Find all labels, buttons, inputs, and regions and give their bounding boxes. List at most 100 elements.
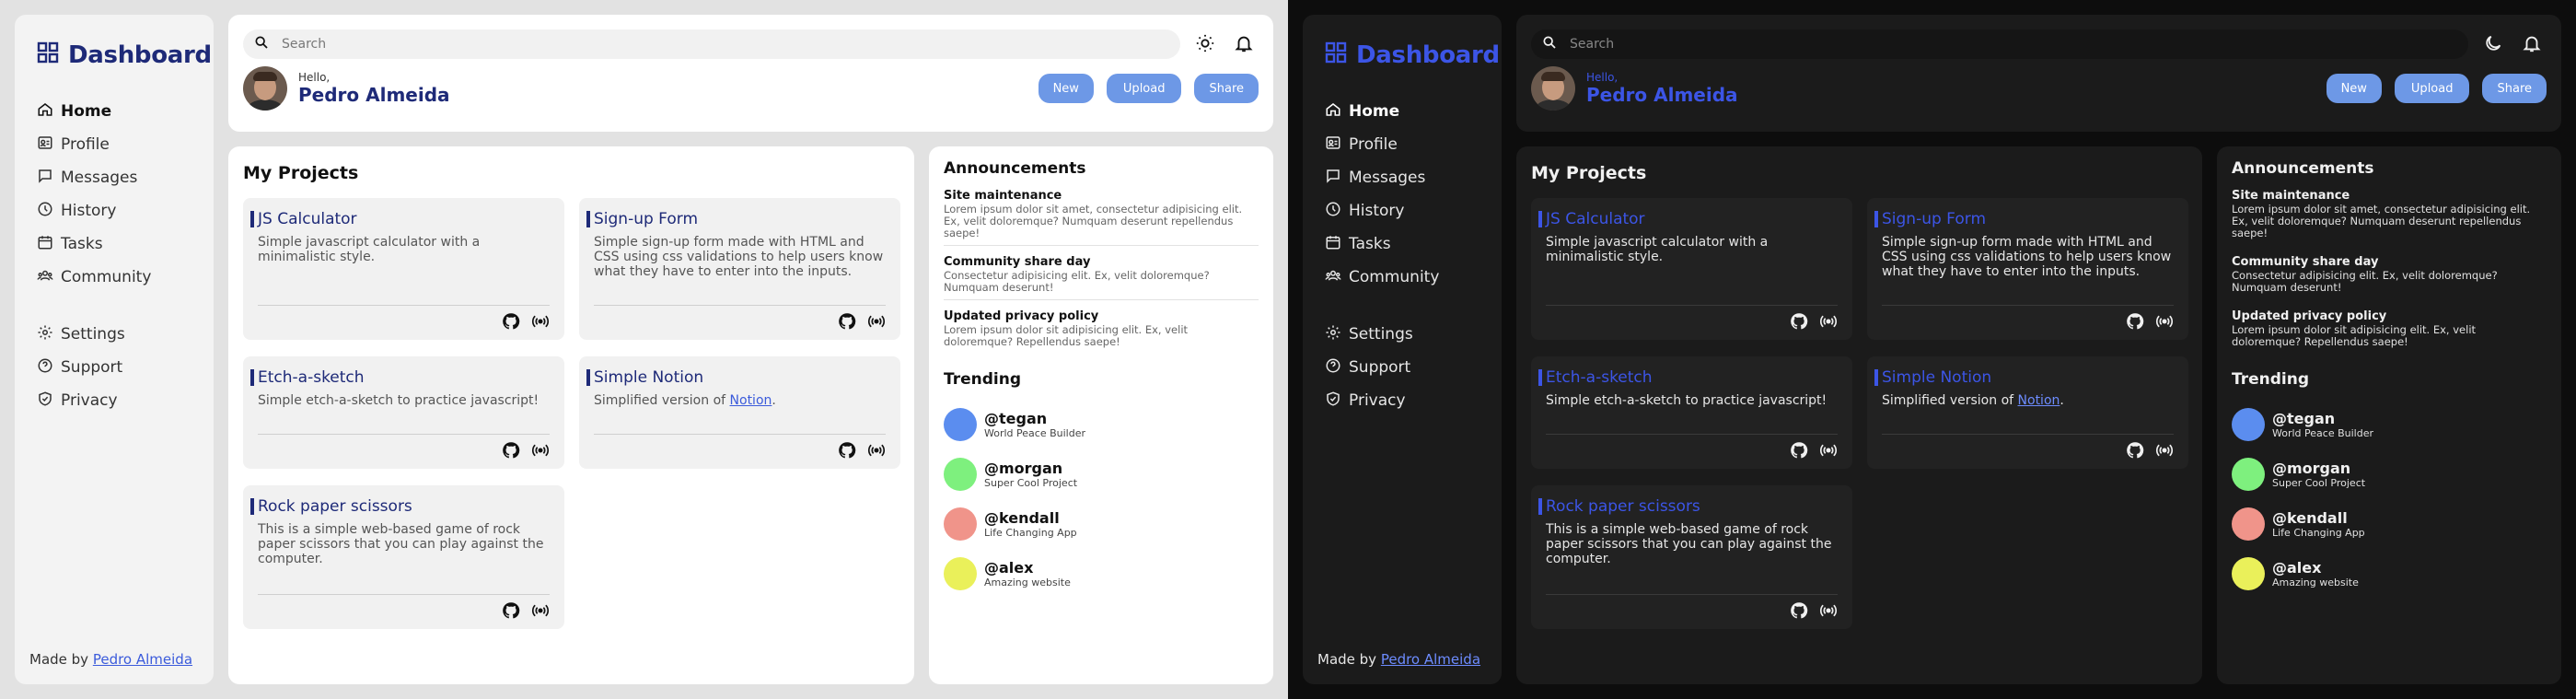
- search-bar[interactable]: [243, 29, 1180, 59]
- search-input[interactable]: [1570, 37, 2398, 52]
- announcement-item[interactable]: Site maintenance Lorem ipsum dolor sit a…: [2232, 189, 2547, 246]
- notion-link[interactable]: Notion: [730, 393, 772, 408]
- project-card[interactable]: Simple Notion Simplified version of Noti…: [579, 356, 900, 469]
- live-broadcast-icon[interactable]: [1819, 312, 1838, 334]
- trending-item[interactable]: @alex Amazing website: [944, 549, 1259, 599]
- author-link[interactable]: Pedro Almeida: [1381, 651, 1480, 668]
- sidebar-item-support[interactable]: Support: [1325, 351, 1487, 384]
- sidebar-item-history[interactable]: History: [37, 194, 199, 227]
- brand[interactable]: Dashboard: [1325, 37, 1500, 74]
- sidebar-item-settings[interactable]: Settings: [37, 318, 199, 351]
- right-panel: Announcements Site maintenance Lorem ips…: [2217, 146, 2561, 684]
- trending-item[interactable]: @morgan Super Cool Project: [2232, 449, 2547, 499]
- live-broadcast-icon[interactable]: [531, 441, 550, 463]
- sidebar-item-privacy[interactable]: Privacy: [1325, 384, 1487, 417]
- sidebar-item-messages[interactable]: Messages: [1325, 161, 1487, 194]
- trending-avatar: [944, 557, 977, 590]
- project-card[interactable]: Etch-a-sketch Simple etch-a-sketch to pr…: [1531, 356, 1852, 469]
- live-broadcast-icon[interactable]: [2155, 312, 2174, 334]
- sidebar-item-community[interactable]: Community: [37, 261, 199, 294]
- trending-item[interactable]: @alex Amazing website: [2232, 549, 2547, 599]
- announcement-item[interactable]: Updated privacy policy Lorem ipsum dolor…: [944, 309, 1259, 354]
- live-broadcast-icon[interactable]: [531, 601, 550, 623]
- github-icon[interactable]: [1790, 312, 1808, 334]
- sidebar-item-label: Community: [61, 268, 152, 286]
- project-description: Simple etch-a-sketch to practice javascr…: [1546, 393, 1828, 408]
- announcement-item[interactable]: Community share day Consectetur adipisic…: [944, 255, 1259, 300]
- sidebar-item-home[interactable]: Home: [1325, 95, 1487, 128]
- trending-item[interactable]: @kendall Life Changing App: [2232, 499, 2547, 549]
- project-card[interactable]: Sign-up Form Simple sign-up form made wi…: [579, 198, 900, 340]
- live-broadcast-icon[interactable]: [1819, 601, 1838, 623]
- sidebar-item-support[interactable]: Support: [37, 351, 199, 384]
- announcement-item[interactable]: Community share day Consectetur adipisic…: [2232, 255, 2547, 300]
- trending-item[interactable]: @tegan World Peace Builder: [2232, 400, 2547, 449]
- trending-item[interactable]: @morgan Super Cool Project: [944, 449, 1259, 499]
- github-icon[interactable]: [2126, 312, 2144, 334]
- github-icon[interactable]: [502, 441, 520, 463]
- share-button[interactable]: Share: [2482, 74, 2547, 103]
- project-card[interactable]: Sign-up Form Simple sign-up form made wi…: [1867, 198, 2188, 340]
- brand[interactable]: Dashboard: [37, 37, 212, 74]
- description-suffix: .: [2060, 393, 2064, 408]
- notifications-button[interactable]: [2522, 33, 2544, 55]
- live-broadcast-icon[interactable]: [1819, 441, 1838, 463]
- sidebar-item-label: Community: [1349, 268, 1440, 286]
- notion-link[interactable]: Notion: [2018, 393, 2060, 408]
- trending-avatar: [944, 458, 977, 491]
- sidebar-item-home[interactable]: Home: [37, 95, 199, 128]
- sidebar: Dashboard Home Profile Messages History …: [1303, 15, 1502, 684]
- sidebar-item-label: Privacy: [1349, 391, 1406, 410]
- header: Hello, Pedro Almeida New Upload Share: [1516, 15, 2561, 132]
- announcement-item[interactable]: Site maintenance Lorem ipsum dolor sit a…: [944, 189, 1259, 246]
- author-link[interactable]: Pedro Almeida: [93, 651, 192, 668]
- upload-button[interactable]: Upload: [1106, 74, 1182, 103]
- project-card[interactable]: Rock paper scissors This is a simple web…: [243, 485, 564, 629]
- upload-button[interactable]: Upload: [2394, 74, 2470, 103]
- projects-title: My Projects: [243, 163, 359, 183]
- sidebar-item-profile[interactable]: Profile: [37, 128, 199, 161]
- project-title: Etch-a-sketch: [250, 369, 550, 386]
- trending-project: Super Cool Project: [984, 476, 1078, 489]
- github-icon[interactable]: [838, 312, 856, 334]
- sidebar-item-profile[interactable]: Profile: [1325, 128, 1487, 161]
- search-input[interactable]: [282, 37, 1110, 52]
- theme-toggle-button[interactable]: [2483, 33, 2505, 55]
- sidebar-item-settings[interactable]: Settings: [1325, 318, 1487, 351]
- notifications-button[interactable]: [1234, 33, 1256, 55]
- sidebar-item-label: Support: [61, 358, 123, 377]
- project-card[interactable]: Rock paper scissors This is a simple web…: [1531, 485, 1852, 629]
- sidebar-item-community[interactable]: Community: [1325, 261, 1487, 294]
- avatar[interactable]: [1531, 66, 1575, 111]
- github-icon[interactable]: [1790, 441, 1808, 463]
- sidebar-item-messages[interactable]: Messages: [37, 161, 199, 194]
- github-icon[interactable]: [2126, 441, 2144, 463]
- sidebar-item-history[interactable]: History: [1325, 194, 1487, 227]
- new-button[interactable]: New: [2326, 74, 2382, 103]
- share-button[interactable]: Share: [1194, 74, 1259, 103]
- live-broadcast-icon[interactable]: [867, 312, 886, 334]
- project-card[interactable]: Simple Notion Simplified version of Noti…: [1867, 356, 2188, 469]
- sidebar-item-privacy[interactable]: Privacy: [37, 384, 199, 417]
- live-broadcast-icon[interactable]: [531, 312, 550, 334]
- dashboard-grid-icon: [1325, 41, 1347, 70]
- sidebar-item-tasks[interactable]: Tasks: [1325, 227, 1487, 261]
- avatar[interactable]: [243, 66, 287, 111]
- project-card[interactable]: JS Calculator Simple javascript calculat…: [243, 198, 564, 340]
- project-card[interactable]: Etch-a-sketch Simple etch-a-sketch to pr…: [243, 356, 564, 469]
- github-icon[interactable]: [502, 312, 520, 334]
- github-icon[interactable]: [838, 441, 856, 463]
- project-card[interactable]: JS Calculator Simple javascript calculat…: [1531, 198, 1852, 340]
- theme-toggle-button[interactable]: [1195, 33, 1217, 55]
- github-icon[interactable]: [1790, 601, 1808, 623]
- trending-item[interactable]: @tegan World Peace Builder: [944, 400, 1259, 449]
- announcement-item[interactable]: Updated privacy policy Lorem ipsum dolor…: [2232, 309, 2547, 354]
- github-icon[interactable]: [502, 601, 520, 623]
- live-broadcast-icon[interactable]: [2155, 441, 2174, 463]
- search-bar[interactable]: [1531, 29, 2468, 59]
- new-button[interactable]: New: [1038, 74, 1094, 103]
- trending-item[interactable]: @kendall Life Changing App: [944, 499, 1259, 549]
- sidebar-item-tasks[interactable]: Tasks: [37, 227, 199, 261]
- live-broadcast-icon[interactable]: [867, 441, 886, 463]
